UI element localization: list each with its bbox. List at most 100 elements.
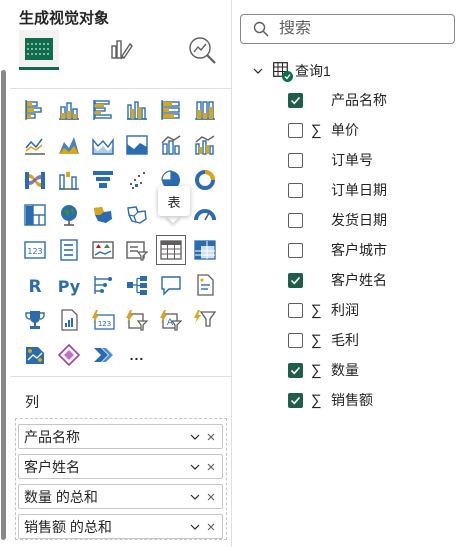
matrix-visual-icon[interactable] (190, 235, 220, 265)
analytics-tab[interactable] (182, 30, 222, 70)
azure-map-icon[interactable] (20, 340, 50, 370)
field-checkbox[interactable] (288, 242, 303, 258)
field-checkbox[interactable] (288, 332, 303, 348)
paginated-report-icon[interactable] (54, 305, 84, 335)
well-chip-label: 产品名称 (24, 428, 80, 445)
power-apps-card-icon[interactable]: 123 (88, 305, 118, 335)
clustered-column-chart-icon[interactable] (122, 95, 152, 125)
scatter-chart-icon[interactable] (122, 165, 152, 195)
viz-pane-scrollbar[interactable] (0, 0, 8, 547)
smart-narrative-icon[interactable] (190, 270, 220, 300)
field-row[interactable]: ∑ 数量 (288, 359, 359, 381)
table-icon (273, 62, 293, 82)
field-checkbox-checked[interactable] (288, 362, 303, 378)
search-box[interactable] (240, 14, 455, 44)
kpi-visual-icon[interactable] (88, 235, 118, 265)
search-icon (253, 21, 269, 37)
power-apps-filter-icon[interactable]: A (156, 305, 186, 335)
key-influencers-icon[interactable] (88, 270, 118, 300)
stacked-column-chart-icon[interactable] (54, 95, 84, 125)
power-apps-slicer-icon[interactable] (122, 305, 152, 335)
chevron-down-icon[interactable] (187, 429, 203, 445)
ribbon-chart-icon[interactable] (20, 165, 50, 195)
field-row[interactable]: 发货日期 (288, 209, 387, 231)
build-visual-tab[interactable] (19, 30, 59, 70)
more-visuals-button[interactable]: ... (122, 340, 152, 370)
field-row[interactable]: 客户姓名 (288, 269, 387, 291)
field-label: 订单日期 (331, 182, 387, 198)
sigma-icon: ∑ (311, 361, 322, 379)
well-chip[interactable]: 销售额 的总和 (18, 514, 223, 539)
line-and-stacked-column-chart-icon[interactable] (156, 130, 186, 160)
sigma-icon: ∑ (311, 121, 322, 139)
decomposition-tree-icon[interactable] (122, 270, 152, 300)
field-label: 订单号 (331, 152, 373, 168)
visualizations-pane: 生成视觉对象 123 R Py 123 A ... 表 列 产品名称 客户姓名 … (0, 0, 232, 547)
table-node-query1[interactable]: 查询1 (253, 60, 331, 82)
stacked-area-chart-icon[interactable] (88, 130, 118, 160)
field-row[interactable]: 客户城市 (288, 239, 387, 261)
clustered-bar-chart-icon[interactable] (88, 95, 118, 125)
field-row[interactable]: 订单号 (288, 149, 373, 171)
power-automate-icon[interactable] (88, 340, 118, 370)
well-chip[interactable]: 产品名称 (18, 424, 223, 449)
remove-field-button[interactable] (203, 459, 219, 475)
field-row[interactable]: ∑ 利润 (288, 299, 359, 321)
field-checkbox[interactable] (288, 212, 303, 228)
field-checkbox[interactable] (288, 122, 303, 138)
remove-field-button[interactable] (203, 429, 219, 445)
table-visual-icon[interactable] (156, 235, 186, 265)
chevron-down-icon[interactable] (187, 519, 203, 535)
search-input[interactable] (279, 20, 439, 38)
card-visual-icon[interactable]: 123 (20, 235, 50, 265)
field-label: 客户姓名 (331, 272, 387, 288)
chevron-down-icon[interactable] (187, 489, 203, 505)
goals-trophy-icon[interactable] (20, 305, 50, 335)
line-chart-icon[interactable] (20, 130, 50, 160)
treemap-icon[interactable] (20, 200, 50, 230)
filled-map-icon[interactable] (88, 200, 118, 230)
qa-speech-bubble-icon[interactable] (156, 270, 186, 300)
field-row[interactable]: 订单日期 (288, 179, 387, 201)
field-row[interactable]: ∑ 毛利 (288, 329, 359, 351)
well-chip[interactable]: 数量 的总和 (18, 484, 223, 509)
stacked-bar-chart-icon[interactable] (20, 95, 50, 125)
field-checkbox-checked[interactable] (288, 272, 303, 288)
remove-field-button[interactable] (203, 489, 219, 505)
chevron-down-icon[interactable] (253, 66, 267, 76)
slicer-icon[interactable] (122, 235, 152, 265)
100-stacked-column-chart-icon[interactable] (190, 95, 220, 125)
field-checkbox-checked[interactable] (288, 92, 303, 108)
area-chart-icon[interactable] (54, 130, 84, 160)
well-chip-label: 销售额 的总和 (24, 518, 112, 535)
field-checkbox[interactable] (288, 182, 303, 198)
data-pane: 查询1 产品名称∑单价订单号订单日期发货日期客户城市客户姓名∑利润∑毛利∑数量∑… (233, 0, 460, 547)
viz-pane-scroll-thumb[interactable] (1, 70, 6, 540)
map-globe-icon[interactable] (54, 200, 84, 230)
chevron-down-icon[interactable] (187, 459, 203, 475)
donut-chart-icon[interactable] (190, 165, 220, 195)
remove-field-button[interactable] (203, 519, 219, 535)
field-row[interactable]: ∑ 销售额 (288, 389, 373, 411)
python-visual-icon[interactable]: Py (54, 270, 84, 300)
power-automate-filter-icon[interactable] (190, 305, 220, 335)
format-visual-tab[interactable] (100, 30, 140, 70)
field-checkbox-checked[interactable] (288, 392, 303, 408)
100-stacked-bar-chart-icon[interactable] (156, 95, 186, 125)
field-label: 产品名称 (331, 92, 387, 108)
power-apps-diamond-icon[interactable] (54, 340, 84, 370)
field-checkbox[interactable] (288, 302, 303, 318)
field-row[interactable]: ∑ 单价 (288, 119, 359, 141)
shape-map-icon[interactable] (122, 200, 152, 230)
line-and-clustered-column-chart-icon[interactable] (190, 130, 220, 160)
funnel-chart-icon[interactable] (88, 165, 118, 195)
gauge-chart-icon[interactable] (190, 200, 220, 230)
waterfall-chart-icon[interactable] (54, 165, 84, 195)
multi-row-card-icon[interactable] (54, 235, 84, 265)
svg-text:123: 123 (98, 320, 111, 328)
field-checkbox[interactable] (288, 152, 303, 168)
100-stacked-area-chart-icon[interactable] (122, 130, 152, 160)
r-script-visual-icon[interactable]: R (20, 270, 50, 300)
well-chip[interactable]: 客户姓名 (18, 454, 223, 479)
field-row[interactable]: 产品名称 (288, 89, 387, 111)
